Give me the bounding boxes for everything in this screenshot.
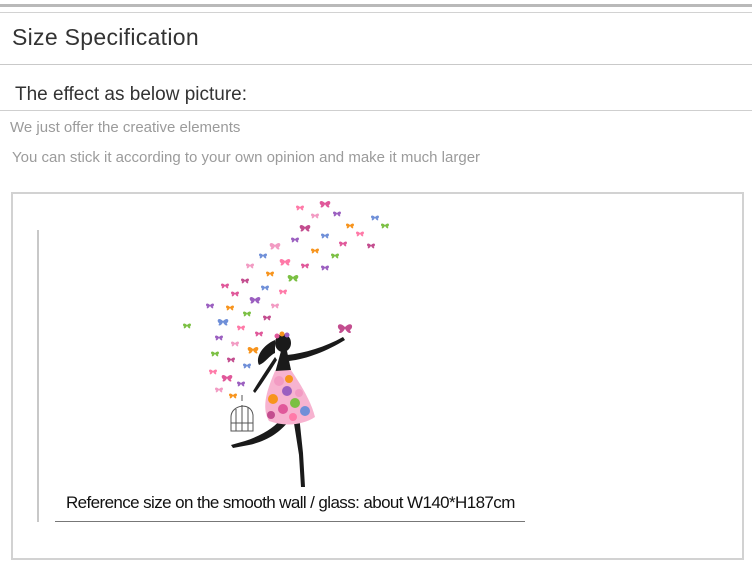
butterfly-icon — [296, 205, 304, 211]
butterfly-icon — [209, 369, 217, 375]
fairy-girl-butterflies-illustration — [183, 200, 389, 487]
butterfly-icon — [337, 324, 353, 333]
butterfly-icon — [333, 211, 341, 217]
birdcage — [230, 395, 254, 432]
butterfly-icon — [255, 331, 263, 337]
butterfly-icon — [237, 325, 245, 331]
butterfly-icon — [371, 215, 379, 221]
butterfly-icon — [221, 283, 229, 289]
butterfly-icon — [269, 242, 281, 250]
description-line-1: We just offer the creative elements — [10, 119, 241, 136]
butterfly-icon — [279, 258, 291, 266]
butterfly-icon — [301, 263, 309, 269]
butterfly-icon — [266, 271, 274, 277]
butterfly-icon — [215, 335, 223, 341]
description-line-2: You can stick it according to your own o… — [12, 149, 481, 166]
butterfly-icon — [231, 341, 239, 347]
butterfly-icon — [321, 265, 329, 271]
butterfly-icon — [259, 253, 267, 259]
butterfly-icon — [249, 296, 261, 304]
butterfly-icon — [215, 387, 223, 393]
butterfly-icon — [356, 231, 364, 237]
butterfly-icon — [339, 241, 347, 247]
butterfly-icon — [299, 224, 311, 232]
subtitle-divider — [0, 110, 752, 111]
butterfly-icon — [237, 381, 245, 387]
butterfly-icon — [226, 305, 234, 311]
butterfly-icon — [183, 323, 191, 329]
butterfly-icon — [206, 303, 214, 309]
butterfly-icon — [287, 274, 299, 282]
butterfly-icon — [319, 200, 331, 208]
butterfly-icon — [241, 278, 249, 284]
top-divider-thick — [0, 4, 752, 7]
caption-underline — [55, 521, 525, 522]
butterfly-icon — [321, 233, 329, 239]
butterfly-icon — [311, 213, 319, 219]
flower-dress — [265, 370, 315, 425]
butterfly-icon — [231, 291, 239, 297]
butterfly-icon — [211, 351, 219, 357]
page-title: Size Specification — [12, 24, 199, 50]
title-divider — [0, 64, 752, 65]
butterfly-icon — [381, 223, 389, 229]
butterfly-icon — [279, 289, 287, 295]
butterfly-icon — [271, 303, 279, 309]
butterfly-icon — [367, 243, 375, 249]
butterfly-icon — [261, 285, 269, 291]
butterfly-icon — [243, 363, 251, 369]
top-divider-thin — [0, 12, 752, 13]
butterfly-icon — [227, 357, 235, 363]
section-subtitle: The effect as below picture: — [15, 84, 247, 105]
butterfly-icon — [263, 315, 271, 321]
butterfly-icon — [246, 263, 254, 269]
butterfly-icon — [221, 374, 233, 382]
butterfly-icon — [247, 346, 259, 354]
frame-left-rule — [37, 230, 39, 522]
butterfly-icon — [346, 223, 354, 229]
butterfly-icon — [331, 253, 339, 259]
butterfly-icon — [243, 311, 251, 317]
butterfly-icon — [229, 393, 237, 399]
butterfly-icon — [217, 318, 229, 326]
reference-size-caption: Reference size on the smooth wall / glas… — [66, 493, 515, 512]
butterfly-icon — [291, 237, 299, 243]
butterfly-icon — [311, 248, 319, 254]
